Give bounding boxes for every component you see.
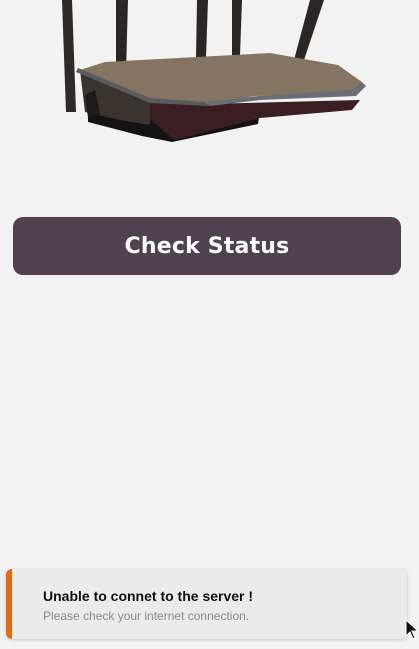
- toast-accent-bar: [6, 569, 12, 639]
- mouse-cursor-icon: [405, 619, 419, 640]
- toast-message: Please check your internet connection.: [43, 609, 250, 623]
- check-status-button[interactable]: Check Status: [13, 217, 401, 275]
- router-icon: [62, 0, 366, 142]
- toast-title: Unable to connet to the server !: [43, 588, 254, 604]
- error-toast[interactable]: Unable to connet to the server ! Please …: [6, 569, 407, 639]
- app-screen: Check Status Unable to connet to the ser…: [0, 0, 419, 649]
